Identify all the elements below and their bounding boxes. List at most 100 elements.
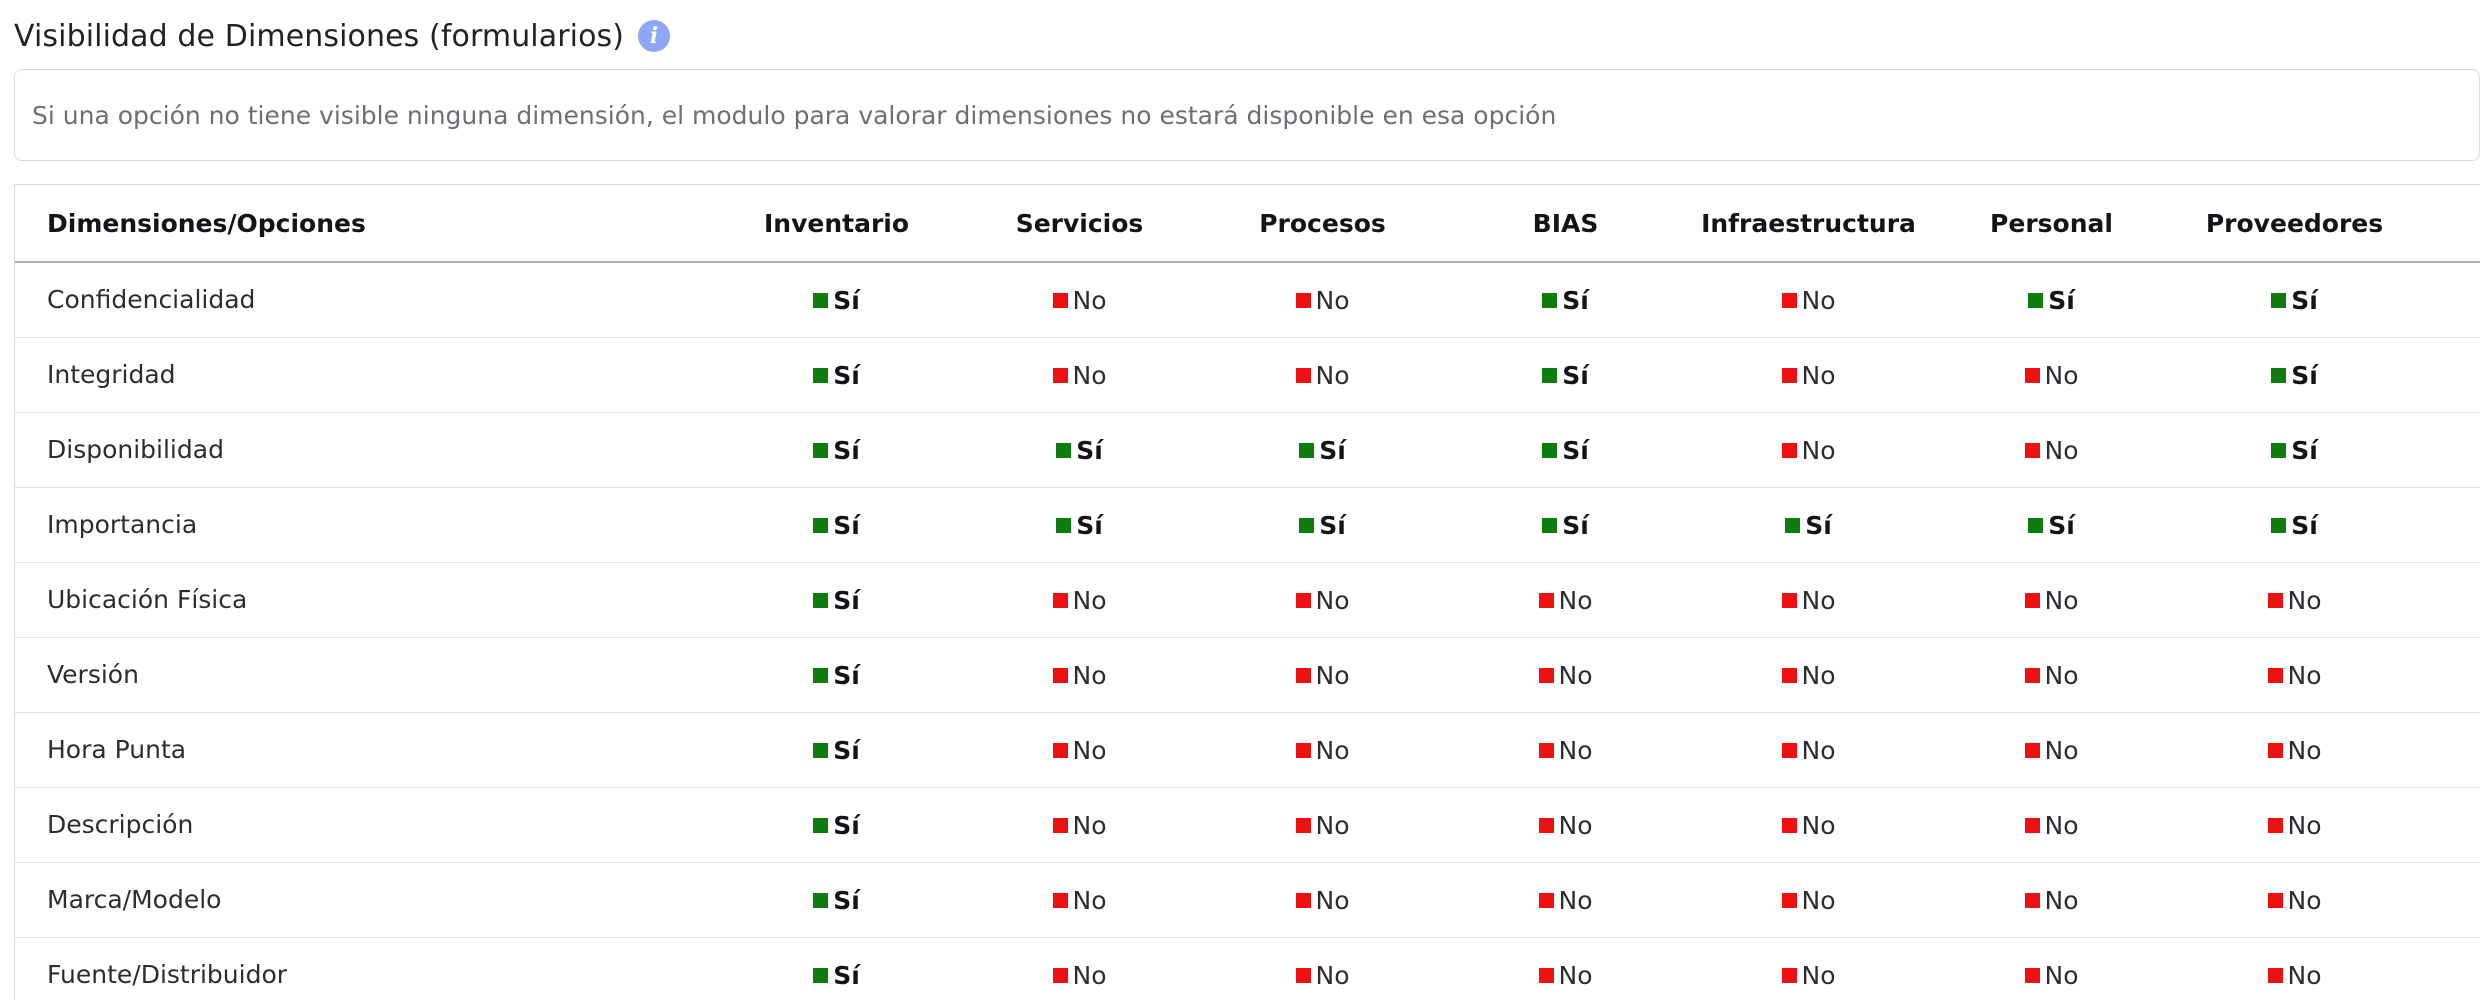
visibility-toggle-no[interactable]: No xyxy=(1538,811,1593,840)
column-header-proveedores[interactable]: Proveedores xyxy=(2173,185,2416,262)
visibility-cell-bias[interactable]: Sí xyxy=(1444,412,1687,487)
visibility-toggle-no[interactable]: No xyxy=(1538,886,1593,915)
visibility-toggle-no[interactable]: No xyxy=(2024,736,2079,765)
visibility-toggle-yes[interactable]: Sí xyxy=(813,511,860,540)
visibility-cell-personal[interactable]: No xyxy=(1930,937,2173,1000)
visibility-cell-proveedores[interactable]: No xyxy=(2173,787,2416,862)
visibility-cell-inventario[interactable]: Sí xyxy=(715,487,958,562)
visibility-toggle-yes[interactable]: Sí xyxy=(1542,436,1589,465)
visibility-toggle-no[interactable]: No xyxy=(1295,361,1350,390)
visibility-toggle-yes[interactable]: Sí xyxy=(2028,511,2075,540)
visibility-toggle-no[interactable]: No xyxy=(2267,886,2322,915)
visibility-cell-procesos[interactable]: No xyxy=(1201,562,1444,637)
visibility-toggle-no[interactable]: No xyxy=(1781,961,1836,990)
visibility-toggle-no[interactable]: No xyxy=(2267,661,2322,690)
visibility-cell-servicios[interactable]: No xyxy=(958,337,1201,412)
visibility-cell-personal[interactable]: Sí xyxy=(1930,262,2173,337)
visibility-cell-procesos[interactable]: Sí xyxy=(1201,487,1444,562)
visibility-toggle-no[interactable]: No xyxy=(1538,961,1593,990)
visibility-cell-proveedores[interactable]: Sí xyxy=(2173,337,2416,412)
visibility-toggle-no[interactable]: No xyxy=(1052,661,1107,690)
column-header-servicios[interactable]: Servicios xyxy=(958,185,1201,262)
visibility-cell-personal[interactable]: Sí xyxy=(1930,487,2173,562)
visibility-cell-infraestructura[interactable]: No xyxy=(1687,637,1930,712)
visibility-toggle-yes[interactable]: Sí xyxy=(813,661,860,690)
column-header-bias[interactable]: BIAS xyxy=(1444,185,1687,262)
column-header-inventario[interactable]: Inventario xyxy=(715,185,958,262)
visibility-toggle-no[interactable]: No xyxy=(2024,661,2079,690)
visibility-toggle-no[interactable]: No xyxy=(1781,286,1836,315)
visibility-toggle-yes[interactable]: Sí xyxy=(813,961,860,990)
visibility-cell-infraestructura[interactable]: No xyxy=(1687,712,1930,787)
info-icon[interactable]: i xyxy=(638,20,671,52)
dimensions-table-container[interactable]: Dimensiones/Opciones Inventario Servicio… xyxy=(14,184,2480,1000)
visibility-toggle-no[interactable]: No xyxy=(1052,286,1107,315)
visibility-cell-infraestructura[interactable]: No xyxy=(1687,937,1930,1000)
visibility-toggle-no[interactable]: No xyxy=(2024,361,2079,390)
visibility-cell-bias[interactable]: No xyxy=(1444,712,1687,787)
visibility-toggle-no[interactable]: No xyxy=(1295,811,1350,840)
visibility-cell-inventario[interactable]: Sí xyxy=(715,712,958,787)
visibility-toggle-yes[interactable]: Sí xyxy=(813,736,860,765)
visibility-cell-servicios[interactable]: Sí xyxy=(958,487,1201,562)
visibility-toggle-yes[interactable]: Sí xyxy=(1542,286,1589,315)
visibility-toggle-no[interactable]: No xyxy=(1052,961,1107,990)
visibility-cell-servicios[interactable]: No xyxy=(958,937,1201,1000)
visibility-cell-inventario[interactable]: Sí xyxy=(715,937,958,1000)
visibility-cell-personal[interactable]: No xyxy=(1930,412,2173,487)
visibility-toggle-yes[interactable]: Sí xyxy=(813,586,860,615)
visibility-toggle-no[interactable]: No xyxy=(2267,586,2322,615)
visibility-toggle-yes[interactable]: Sí xyxy=(813,361,860,390)
visibility-cell-bias[interactable]: No xyxy=(1444,862,1687,937)
visibility-cell-procesos[interactable]: No xyxy=(1201,787,1444,862)
visibility-toggle-yes[interactable]: Sí xyxy=(2271,361,2318,390)
column-header-personal[interactable]: Personal xyxy=(1930,185,2173,262)
visibility-toggle-yes[interactable]: Sí xyxy=(1299,511,1346,540)
visibility-cell-infraestructura[interactable]: Sí xyxy=(1687,487,1930,562)
visibility-cell-proveedores[interactable]: Sí xyxy=(2173,262,2416,337)
visibility-toggle-yes[interactable]: Sí xyxy=(1056,436,1103,465)
visibility-cell-bias[interactable]: Sí xyxy=(1444,337,1687,412)
visibility-toggle-no[interactable]: No xyxy=(2024,436,2079,465)
visibility-toggle-no[interactable]: No xyxy=(2024,886,2079,915)
visibility-toggle-no[interactable]: No xyxy=(2267,961,2322,990)
visibility-toggle-yes[interactable]: Sí xyxy=(2028,286,2075,315)
visibility-toggle-no[interactable]: No xyxy=(1781,811,1836,840)
visibility-cell-servicios[interactable]: No xyxy=(958,862,1201,937)
visibility-toggle-no[interactable]: No xyxy=(1781,661,1836,690)
visibility-cell-personal[interactable]: No xyxy=(1930,562,2173,637)
visibility-cell-inventario[interactable]: Sí xyxy=(715,637,958,712)
visibility-toggle-yes[interactable]: Sí xyxy=(2271,511,2318,540)
visibility-cell-bias[interactable]: Sí xyxy=(1444,487,1687,562)
visibility-toggle-yes[interactable]: Sí xyxy=(813,436,860,465)
visibility-cell-personal[interactable]: No xyxy=(1930,337,2173,412)
visibility-toggle-yes[interactable]: Sí xyxy=(1542,361,1589,390)
visibility-cell-procesos[interactable]: No xyxy=(1201,637,1444,712)
visibility-cell-procesos[interactable]: Sí xyxy=(1201,412,1444,487)
visibility-cell-inventario[interactable]: Sí xyxy=(715,337,958,412)
visibility-toggle-no[interactable]: No xyxy=(2267,736,2322,765)
visibility-toggle-no[interactable]: No xyxy=(1295,886,1350,915)
visibility-toggle-no[interactable]: No xyxy=(1538,661,1593,690)
visibility-cell-procesos[interactable]: No xyxy=(1201,262,1444,337)
visibility-toggle-no[interactable]: No xyxy=(1295,661,1350,690)
visibility-cell-bias[interactable]: Sí xyxy=(1444,262,1687,337)
visibility-cell-procesos[interactable]: No xyxy=(1201,712,1444,787)
visibility-toggle-no[interactable]: No xyxy=(1538,736,1593,765)
visibility-cell-personal[interactable]: No xyxy=(1930,787,2173,862)
visibility-toggle-no[interactable]: No xyxy=(1781,361,1836,390)
visibility-toggle-yes[interactable]: Sí xyxy=(813,811,860,840)
visibility-cell-proveedores[interactable]: No xyxy=(2173,862,2416,937)
visibility-toggle-yes[interactable]: Sí xyxy=(2271,436,2318,465)
visibility-toggle-no[interactable]: No xyxy=(2024,811,2079,840)
visibility-cell-proveedores[interactable]: Sí xyxy=(2173,412,2416,487)
visibility-cell-procesos[interactable]: No xyxy=(1201,337,1444,412)
visibility-cell-inventario[interactable]: Sí xyxy=(715,862,958,937)
visibility-cell-servicios[interactable]: No xyxy=(958,712,1201,787)
visibility-toggle-no[interactable]: No xyxy=(1052,886,1107,915)
visibility-cell-procesos[interactable]: No xyxy=(1201,862,1444,937)
visibility-toggle-no[interactable]: No xyxy=(1781,886,1836,915)
visibility-cell-servicios[interactable]: Sí xyxy=(958,412,1201,487)
visibility-cell-infraestructura[interactable]: No xyxy=(1687,787,1930,862)
visibility-toggle-no[interactable]: No xyxy=(1052,361,1107,390)
